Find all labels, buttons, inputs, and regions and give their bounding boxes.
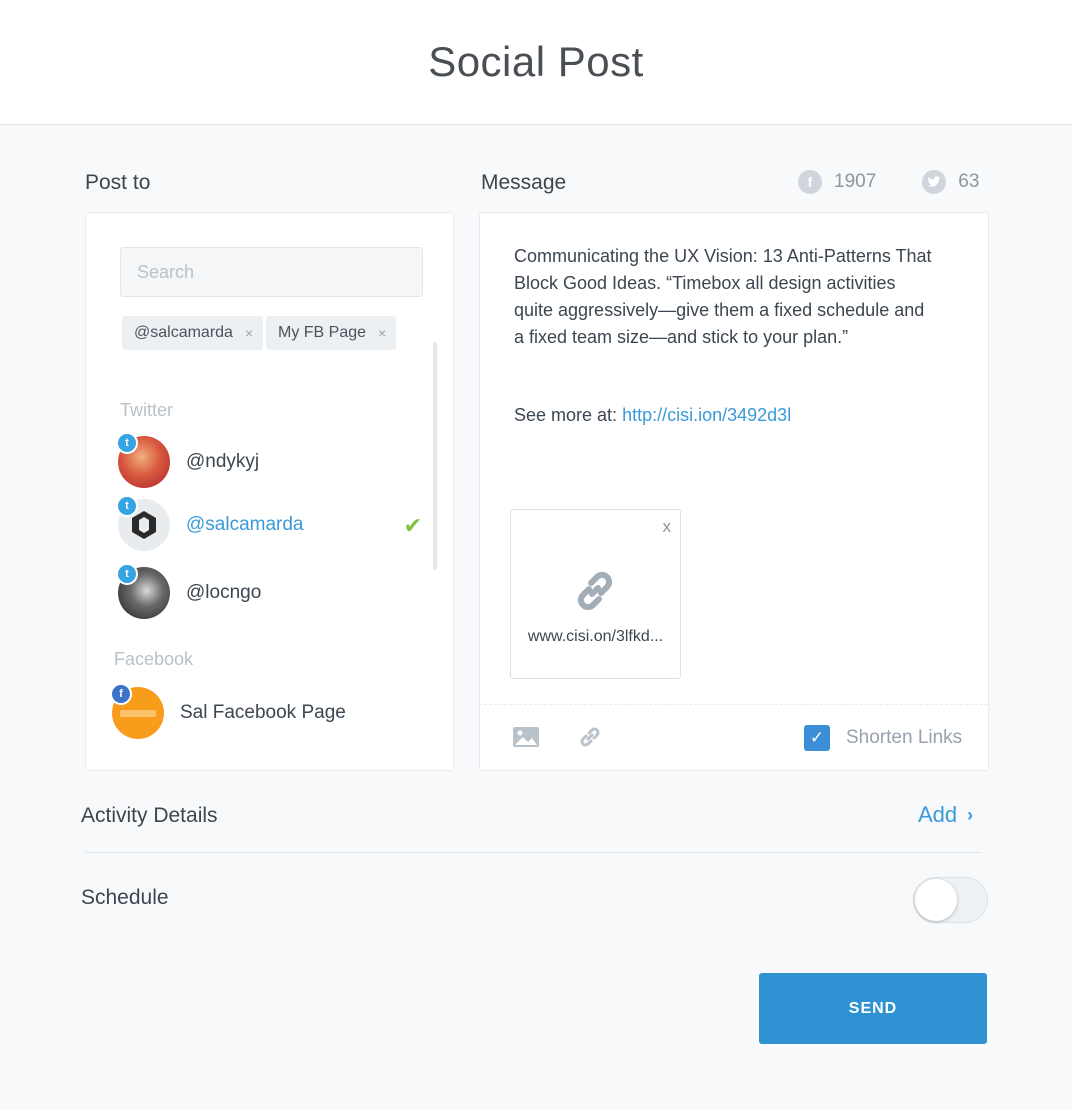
facebook-count-value: 1907 (834, 171, 877, 192)
account-name: Sal Facebook Page (180, 702, 346, 723)
account-item-salcamarda[interactable]: t @salcamarda ✔ (116, 495, 428, 553)
avatar: f (110, 683, 164, 739)
see-more-link[interactable]: http://cisi.ion/3492d3l (622, 405, 791, 425)
account-name: @locngo (186, 582, 262, 603)
post-to-label: Post to (85, 171, 151, 194)
account-item-sal-facebook-page[interactable]: f Sal Facebook Page (110, 683, 422, 741)
send-button[interactable]: SEND (759, 973, 987, 1044)
message-body[interactable]: Communicating the UX Vision: 13 Anti-Pat… (514, 243, 934, 351)
account-search-input[interactable] (120, 247, 423, 297)
shorten-links-label: Shorten Links (846, 727, 963, 748)
toggle-knob (915, 879, 957, 921)
shorten-links-checkbox[interactable]: ✓ (804, 725, 830, 751)
account-item-locngo[interactable]: t @locngo (116, 563, 428, 621)
selected-check-icon: ✔ (403, 513, 422, 538)
link-icon (577, 571, 613, 611)
close-icon[interactable]: x (663, 517, 672, 537)
facebook-count: f 1907 (798, 170, 876, 194)
account-item-ndykyj[interactable]: t @ndykyj (116, 432, 428, 490)
toolbar-divider (479, 704, 988, 705)
twitter-count-value: 63 (958, 171, 980, 192)
avatar: t (116, 563, 170, 619)
add-activity-details-button[interactable]: Add › (918, 802, 973, 828)
twitter-badge-icon: t (116, 432, 138, 454)
avatar: t (116, 495, 170, 551)
link-attachment-card[interactable]: x www.cisi.on/3lfkd... (510, 509, 681, 679)
schedule-toggle[interactable] (913, 877, 988, 923)
image-icon[interactable] (512, 726, 540, 748)
twitter-badge-icon: t (116, 495, 138, 517)
avatar: t (116, 432, 170, 488)
account-name: @salcamarda (186, 514, 304, 535)
activity-details-label: Activity Details (81, 804, 218, 827)
twitter-icon (922, 170, 947, 194)
group-label-facebook: Facebook (114, 649, 194, 669)
section-divider (85, 852, 981, 853)
see-more-line: See more at: http://cisi.ion/3492d3l (514, 405, 791, 426)
selected-tag-salcamarda: @salcamarda × (122, 316, 264, 350)
tag-label: @salcamarda (134, 324, 233, 341)
message-label: Message (481, 171, 567, 194)
twitter-count: 63 (922, 170, 979, 194)
character-counts: f 1907 63 (798, 170, 979, 194)
add-label: Add (918, 802, 958, 827)
page-title: Social Post (428, 38, 644, 85)
see-more-label: See more at: (514, 405, 618, 425)
account-name: @ndykyj (186, 451, 260, 472)
twitter-badge-icon: t (116, 563, 138, 585)
avatar-logo-icon (120, 710, 156, 717)
page-header: Social Post (0, 0, 1072, 125)
chevron-right-icon: › (967, 804, 974, 825)
facebook-icon: f (798, 170, 822, 194)
tag-label: My FB Page (278, 324, 367, 341)
attachment-url: www.cisi.on/3lfkd... (527, 628, 664, 645)
accounts-scrollbar[interactable] (433, 342, 437, 570)
group-label-twitter: Twitter (120, 400, 174, 420)
remove-tag-icon[interactable]: × (378, 325, 386, 341)
selected-tag-my-fb-page: My FB Page × (266, 316, 397, 350)
schedule-label: Schedule (81, 886, 169, 909)
remove-tag-icon[interactable]: × (245, 325, 253, 341)
facebook-badge-icon: f (110, 683, 132, 705)
shorten-links-option[interactable]: ✓ Shorten Links (804, 725, 962, 751)
link-icon[interactable] (577, 724, 603, 750)
